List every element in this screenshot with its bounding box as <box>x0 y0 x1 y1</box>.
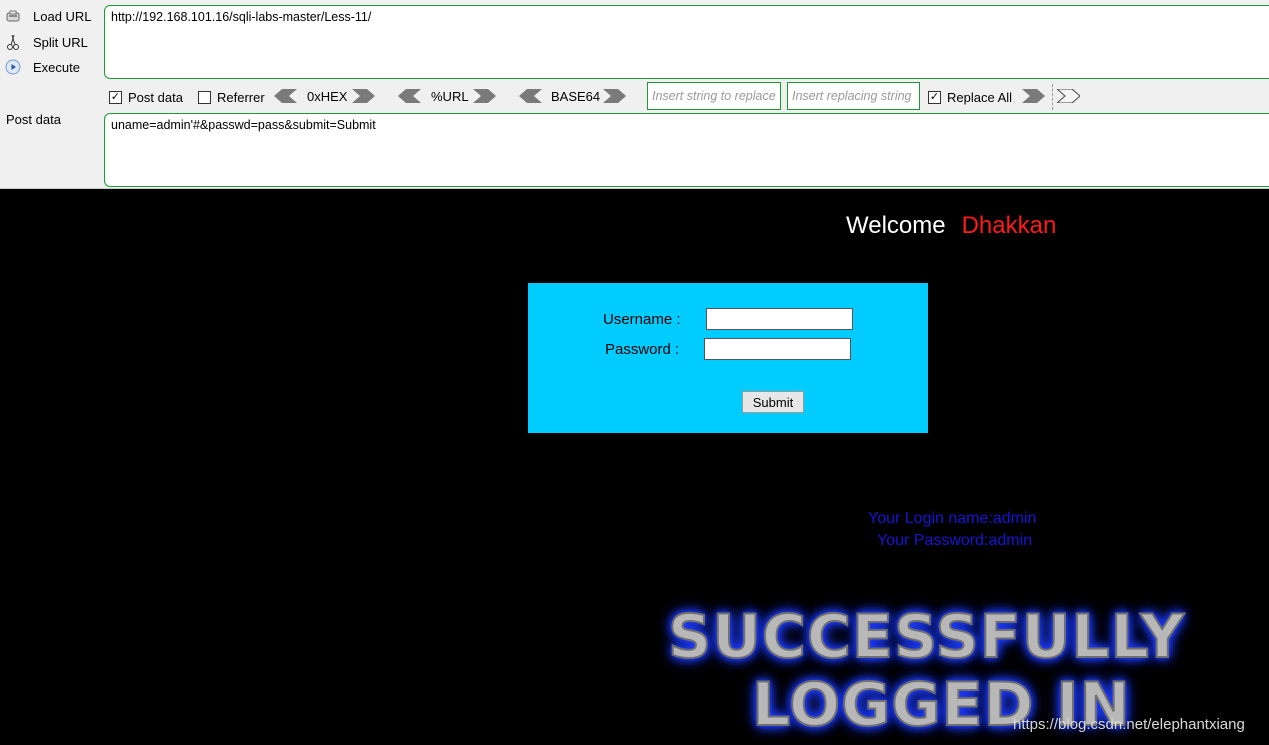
url-encode-arrow-icon[interactable] <box>473 89 496 103</box>
execute-label: Execute <box>33 59 80 75</box>
url-textarea[interactable]: http://192.168.101.16/sqli-labs-master/L… <box>104 5 1269 79</box>
watermark-text: https://blog.csdn.net/elephantxiang <box>1013 716 1245 733</box>
post-data-check-mark: ✓ <box>109 90 122 104</box>
load-url-label: Load URL <box>33 8 92 24</box>
post-data-checkbox[interactable]: ✓ Post data <box>109 88 183 106</box>
post-data-option-label: Post data <box>128 89 183 105</box>
hex-decode-arrow-icon[interactable] <box>274 89 297 103</box>
hackbar-toolbar: Load URL Split URL Execute http://192.16… <box>0 0 1269 189</box>
referrer-check-box <box>198 90 211 104</box>
welcome-user-name: Dhakkan <box>961 212 1057 239</box>
password-label: Password : <box>605 341 680 358</box>
load-url-icon <box>4 7 22 25</box>
url-encode-label: %URL <box>431 89 469 104</box>
login-password-text: Your Password:admin <box>877 532 1033 549</box>
split-url-button[interactable]: Split URL <box>4 31 100 53</box>
hex-label: 0xHEX <box>307 89 348 104</box>
toolbar-separator <box>1052 84 1053 110</box>
url-value: http://192.168.101.16/sqli-labs-master/L… <box>111 10 372 24</box>
scissors-icon <box>4 33 22 51</box>
replace-arrow-icon[interactable] <box>1022 89 1045 103</box>
replace-string-input[interactable] <box>792 89 915 103</box>
execute-button[interactable]: Execute <box>4 56 100 78</box>
hex-encode-arrow-icon[interactable] <box>352 89 375 103</box>
submit-button[interactable]: Submit <box>742 391 804 413</box>
referrer-checkbox[interactable]: Referrer <box>198 88 265 106</box>
username-input[interactable] <box>706 308 853 330</box>
post-data-label: Post data <box>6 112 61 127</box>
replace-all-option-label: Replace All <box>947 89 1013 105</box>
play-icon <box>4 58 22 76</box>
post-data-textarea[interactable]: uname=admin'#&passwd=pass&submit=Submit <box>104 113 1269 187</box>
replace-string-input-wrapper <box>787 82 920 110</box>
username-label: Username : <box>603 311 681 328</box>
split-url-label: Split URL <box>33 34 88 50</box>
login-name-text: Your Login name:admin <box>868 510 1037 527</box>
base64-label: BASE64 <box>551 89 601 104</box>
base64-encode-arrow-icon[interactable] <box>603 89 626 103</box>
referrer-option-label: Referrer <box>217 89 265 105</box>
replace-all-check-mark: ✓ <box>928 90 941 104</box>
replace-all-checkbox[interactable]: ✓ Replace All <box>928 88 1012 106</box>
find-string-input[interactable] <box>652 89 776 103</box>
base64-decode-arrow-icon[interactable] <box>519 89 542 103</box>
load-url-button[interactable]: Load URL <box>4 5 100 27</box>
banner-line-1: SUCCESSFULLY <box>667 601 1185 673</box>
password-input[interactable] <box>704 338 851 360</box>
login-form: Username : Password : Submit <box>528 283 928 433</box>
overflow-arrow-icon[interactable] <box>1055 88 1081 104</box>
welcome-heading: Welcome Dhakkan <box>846 212 1056 240</box>
post-data-value: uname=admin'#&passwd=pass&submit=Submit <box>111 118 376 132</box>
find-string-input-wrapper <box>647 82 781 110</box>
url-decode-arrow-icon[interactable] <box>398 89 421 103</box>
welcome-text: Welcome <box>846 212 946 239</box>
